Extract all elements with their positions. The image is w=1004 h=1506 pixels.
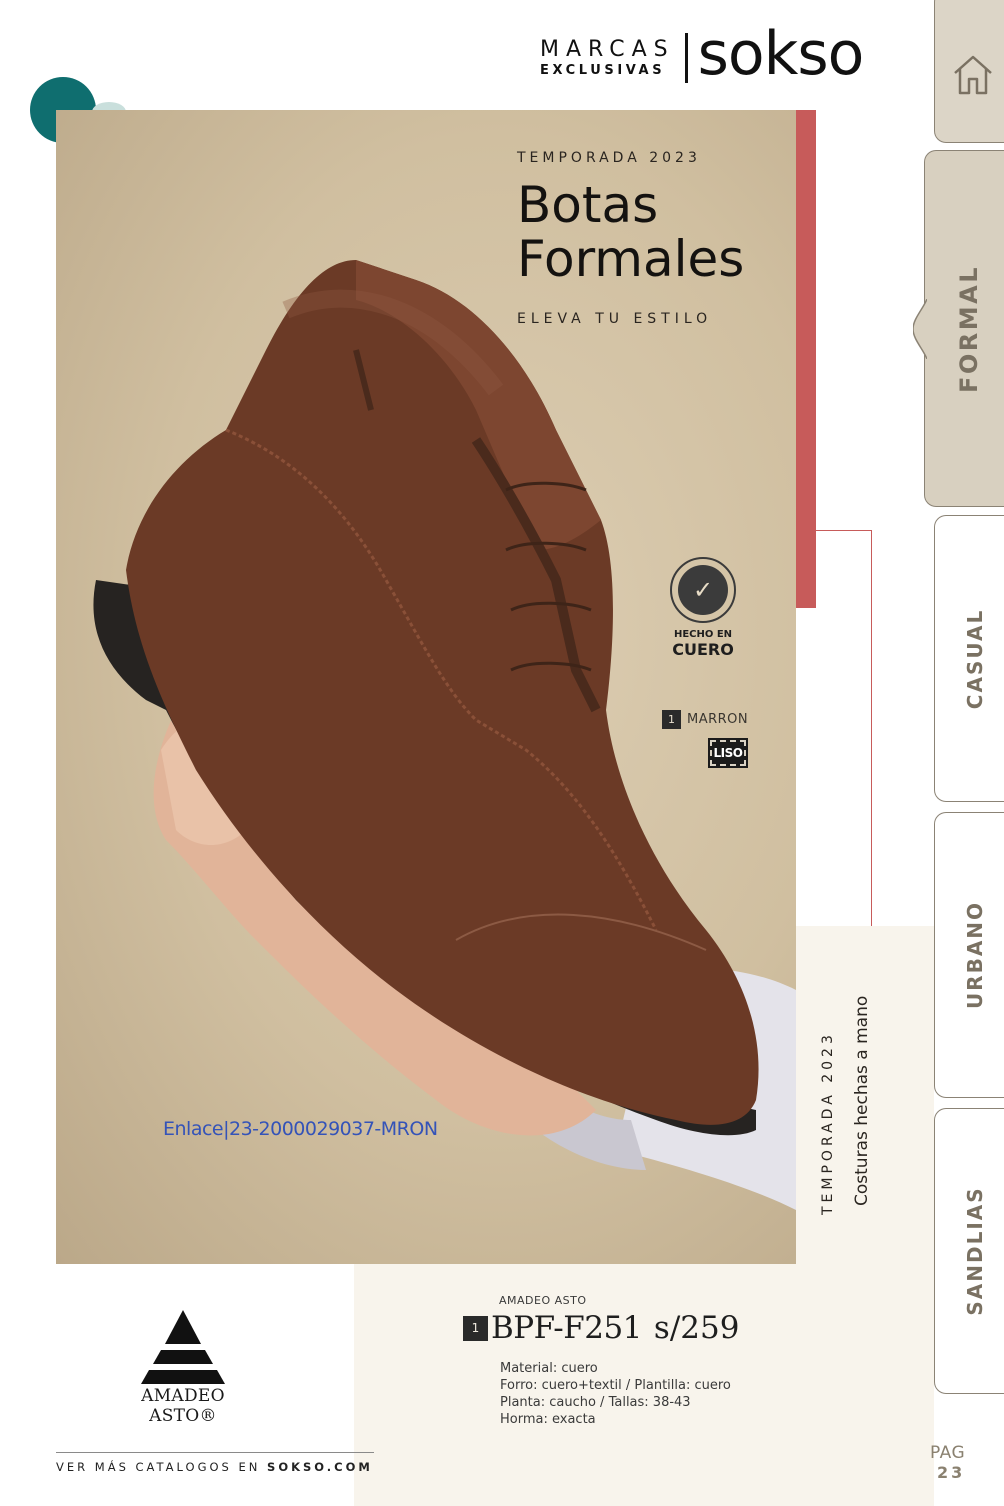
spec-line: Material: cuero	[500, 1361, 598, 1376]
spec-line: Planta: caucho / Tallas: 38-43	[500, 1395, 691, 1410]
vertical-caption: Costuras hechas a mano	[852, 996, 872, 1206]
season-label: TEMPORADA 2023	[517, 150, 701, 166]
page-number: 23	[937, 1463, 966, 1482]
color-option: 1 MARRON	[662, 710, 748, 729]
color-number: 1	[662, 710, 681, 729]
triangle-logo-icon	[141, 1310, 225, 1384]
tab-urbano[interactable]: URBANO	[934, 812, 1004, 1098]
home-icon	[954, 55, 992, 95]
badge-line: CUERO	[672, 640, 734, 659]
badge-ring: ✓	[670, 557, 736, 623]
brand-logo-name: AMADEO ASTO®	[141, 1386, 225, 1426]
spec-line: Horma: exacta	[500, 1412, 596, 1427]
product-link[interactable]: Enlace|23-2000029037-MRON	[163, 1118, 438, 1140]
sokso-logo: sokso	[697, 19, 865, 89]
vertical-season: TEMPORADA 2023	[820, 1031, 836, 1215]
product-specs: Material: cuero Forro: cuero+textil / Pl…	[500, 1360, 731, 1428]
product-brand: AMADEO ASTO	[499, 1294, 587, 1307]
product-number: 1	[463, 1315, 488, 1341]
vertical-caption: TEMPORADA 2023	[820, 1031, 836, 1215]
brand-line-exclusivas: EXCLUSIVAS	[540, 63, 666, 78]
spec-line: Forro: cuero+textil / Plantilla: cuero	[500, 1378, 731, 1393]
accent-line	[871, 530, 872, 930]
tab-label: CASUAL	[962, 608, 987, 709]
tab-sandalias[interactable]: SANDLIAS	[934, 1108, 1004, 1394]
tab-label: SANDLIAS	[962, 1186, 987, 1316]
leather-check-icon: ✓	[678, 565, 728, 615]
brand-line-marcas: MARCAS	[540, 37, 675, 62]
title-line: Botas	[517, 176, 659, 234]
accent-line	[816, 530, 872, 531]
product-price: s/259	[653, 1310, 740, 1346]
product-code: BPF-F251	[491, 1310, 642, 1346]
footer-link[interactable]: VER MÁS CATALOGOS EN SOKSO.COM	[56, 1460, 373, 1474]
leather-badge: ✓ HECHO EN CUERO	[670, 557, 736, 659]
accent-red-bar	[796, 110, 816, 608]
tab-formal[interactable]: FORMAL	[913, 150, 1004, 507]
footer-text: VER MÁS CATALOGOS EN	[56, 1460, 268, 1474]
page-label: PAG	[930, 1443, 966, 1463]
tab-casual[interactable]: CASUAL	[934, 515, 1004, 802]
product-code-row: 1 BPF-F251 s/259	[463, 1310, 739, 1346]
vertical-tagline: Costuras hechas a mano	[852, 995, 872, 1206]
brand-divider	[684, 33, 688, 83]
finish-tag: LISO	[708, 738, 748, 768]
brand-header: MARCAS EXCLUSIVAS sokso	[540, 24, 864, 84]
tab-label: URBANO	[962, 900, 987, 1010]
footer-site[interactable]: SOKSO.COM	[267, 1460, 373, 1474]
tab-notch	[913, 299, 927, 359]
brand-subtitle: MARCAS EXCLUSIVAS	[540, 37, 675, 78]
badge-line: HECHO EN	[673, 629, 733, 640]
page-subtitle: ELEVA TU ESTILO	[517, 311, 713, 327]
amadeo-asto-logo: AMADEO ASTO®	[108, 1310, 258, 1426]
tab-label: FORMAL	[955, 264, 983, 393]
title-line: Formales	[517, 230, 745, 288]
color-name: MARRON	[687, 712, 749, 727]
footer-divider	[56, 1452, 374, 1453]
tab-home[interactable]	[934, 0, 1004, 143]
page-title: Botas Formales	[517, 178, 744, 286]
